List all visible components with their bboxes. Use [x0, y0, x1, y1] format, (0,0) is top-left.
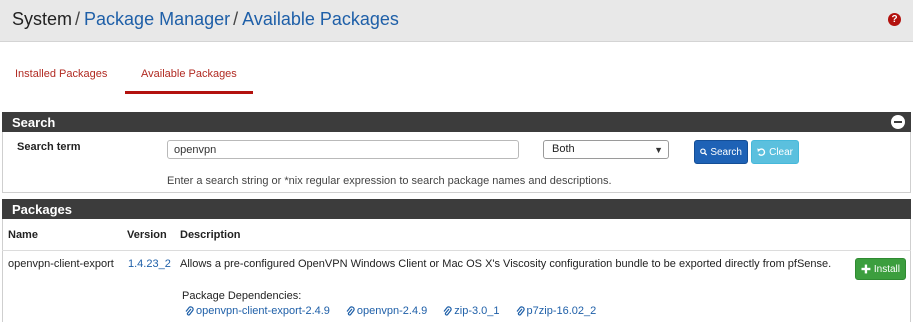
- package-dependencies-label: Package Dependencies:: [182, 290, 302, 302]
- column-header-description: Description: [180, 229, 241, 241]
- tab-installed-packages[interactable]: Installed Packages: [15, 68, 107, 80]
- install-button-label: Install: [873, 263, 900, 275]
- dependency-link[interactable]: openvpn-client-export-2.4.9: [185, 305, 330, 317]
- dependency-link[interactable]: openvpn-2.4.9: [346, 305, 427, 317]
- search-input[interactable]: [167, 140, 519, 159]
- packages-panel-heading: Packages: [2, 199, 911, 219]
- tab-available-packages[interactable]: Available Packages: [141, 68, 237, 80]
- dependency-label: p7zip-16.02_2: [526, 305, 597, 317]
- dependency-label: zip-3.0_1: [454, 305, 500, 317]
- breadcrumb: System / Package Manager / Available Package…: [12, 9, 399, 30]
- dependency-label: openvpn-2.4.9: [356, 305, 428, 317]
- chevron-down-icon: ▼: [654, 145, 663, 155]
- paperclip-icon: [516, 305, 525, 316]
- dependency-label: openvpn-client-export-2.4.9: [196, 305, 330, 317]
- package-name: openvpn-client-export: [8, 258, 114, 270]
- paperclip-icon: [443, 305, 452, 316]
- plus-icon: [861, 264, 871, 274]
- breadcrumb-system: System: [12, 9, 73, 29]
- package-version-link[interactable]: 1.4.23_2: [128, 258, 171, 270]
- dependency-list: openvpn-client-export-2.4.9 openvpn-2.4.…: [185, 305, 596, 317]
- search-scope-value: Both: [552, 143, 575, 155]
- undo-icon: [757, 148, 766, 156]
- breadcrumb-package-manager[interactable]: Package Manager: [84, 9, 230, 29]
- search-help-text: Enter a search string or *nix regular ex…: [167, 175, 612, 187]
- column-header-version: Version: [127, 229, 167, 241]
- column-header-name: Name: [8, 229, 38, 241]
- breadcrumb-separator: /: [233, 9, 239, 29]
- search-button[interactable]: Search: [694, 140, 748, 164]
- search-icon: [700, 148, 708, 156]
- search-button-label: Search: [710, 146, 742, 158]
- page-header: System / Package Manager / Available Package…: [0, 0, 913, 42]
- table-divider: [2, 250, 911, 251]
- dependency-link[interactable]: zip-3.0_1: [443, 305, 500, 317]
- paperclip-icon: [346, 305, 355, 316]
- question-icon[interactable]: ?: [888, 13, 901, 26]
- collapse-icon[interactable]: [891, 115, 905, 129]
- clear-button[interactable]: Clear: [751, 140, 799, 164]
- tab-bar: Installed Packages Available Packages: [0, 42, 913, 104]
- package-description: Allows a pre-configured OpenVPN Windows …: [180, 258, 832, 270]
- breadcrumb-separator: /: [75, 9, 81, 29]
- clear-button-label: Clear: [769, 146, 793, 158]
- active-tab-indicator: [125, 91, 253, 94]
- dependency-link[interactable]: p7zip-16.02_2: [516, 305, 597, 317]
- paperclip-icon: [185, 305, 194, 316]
- packages-panel-title: Packages: [12, 202, 72, 217]
- breadcrumb-available-packages[interactable]: Available Packages: [242, 9, 399, 29]
- search-scope-select[interactable]: Both ▼: [543, 140, 669, 159]
- search-panel-heading: Search: [2, 112, 911, 132]
- search-panel-title: Search: [12, 115, 56, 130]
- search-term-label: Search term: [17, 141, 81, 153]
- install-button[interactable]: Install: [855, 258, 906, 280]
